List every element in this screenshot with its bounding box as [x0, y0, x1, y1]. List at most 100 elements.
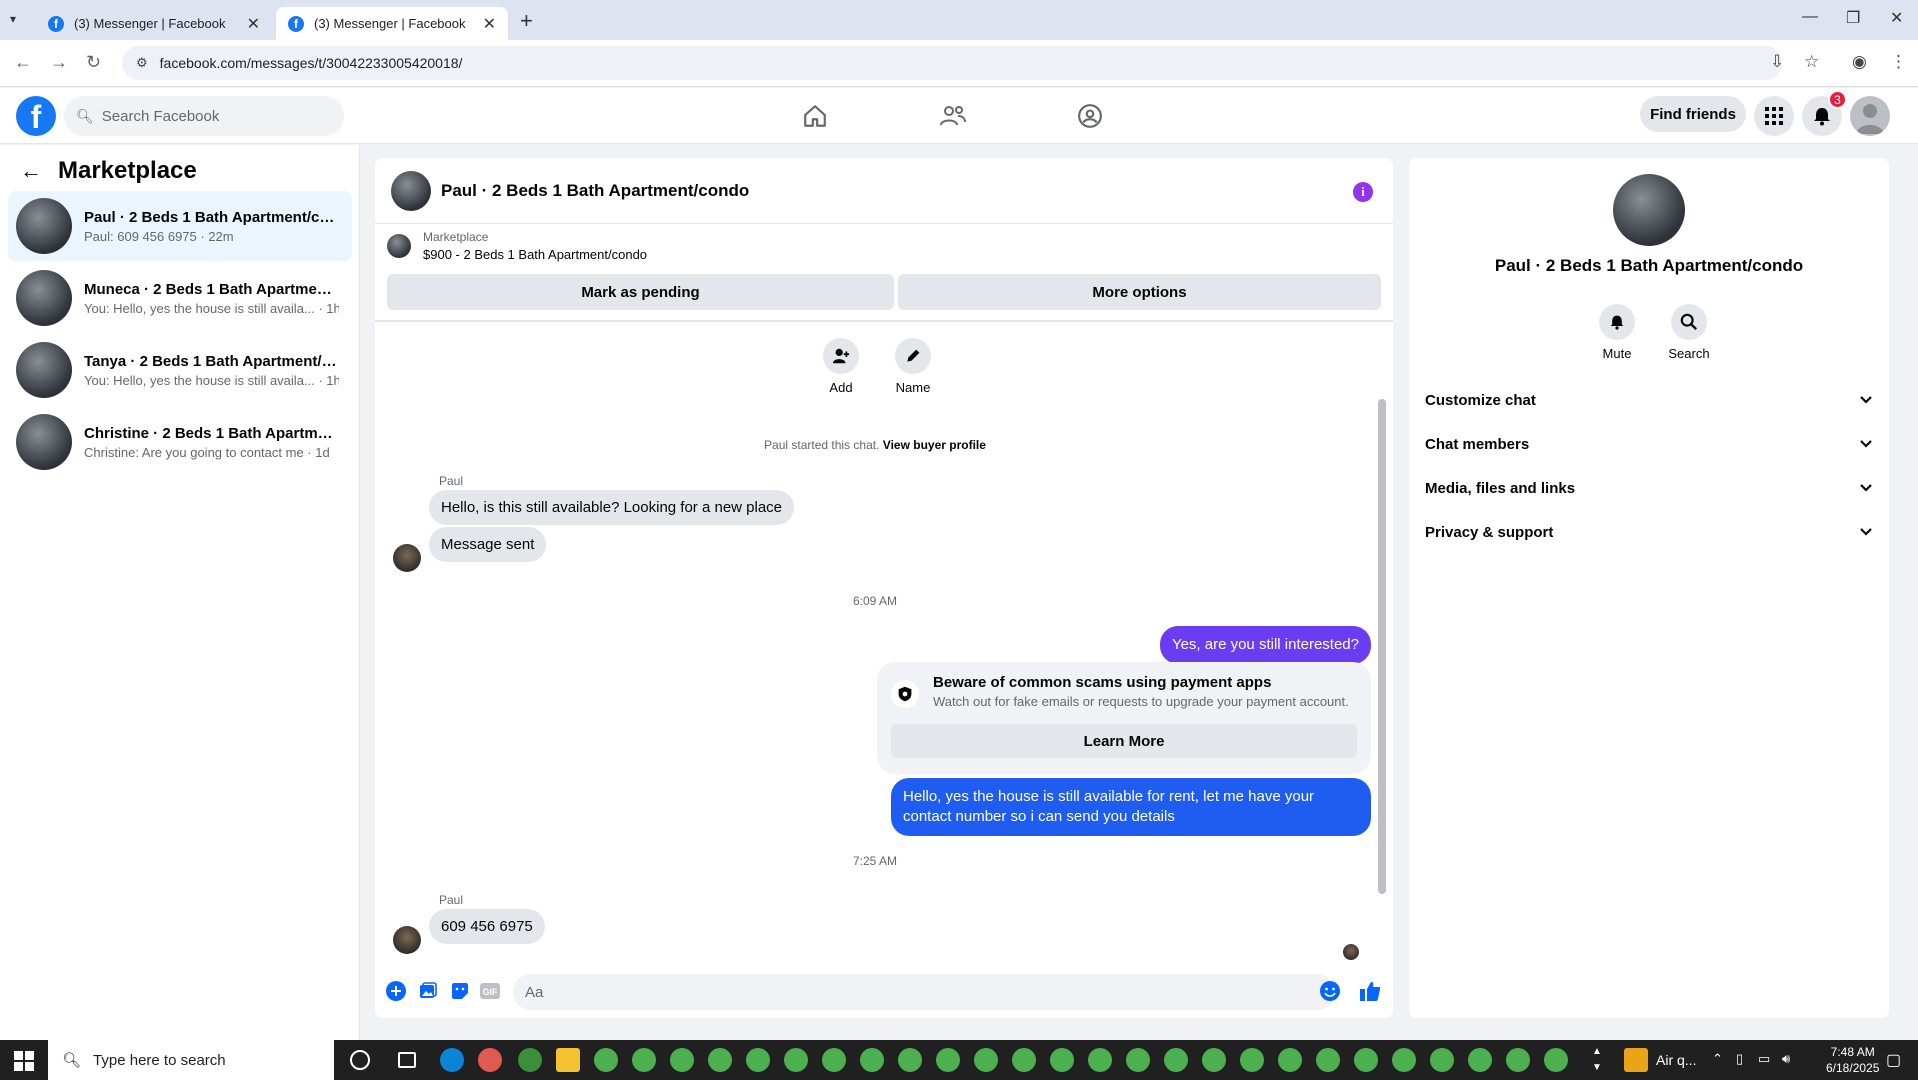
view-buyer-profile-link[interactable]: View buyer profile [883, 438, 986, 452]
gif-icon[interactable]: GIF [479, 980, 501, 1002]
browser-menu-icon[interactable]: ⋮ [1890, 52, 1907, 72]
chrome-icon[interactable] [1012, 1048, 1036, 1072]
chrome-icon[interactable] [1126, 1048, 1150, 1072]
restore-icon[interactable]: ❐ [1846, 8, 1860, 28]
incoming-message[interactable]: 609 456 6975 [429, 909, 545, 944]
mark-as-pending-button[interactable]: Mark as pending [387, 274, 894, 310]
chat-members-section[interactable]: Chat members [1425, 422, 1873, 466]
sticker-icon[interactable] [449, 980, 471, 1002]
conversation-item[interactable]: Paul · 2 Beds 1 Bath Apartment/co... Pau… [8, 191, 352, 261]
listing-profile-photo[interactable] [1613, 174, 1685, 246]
minimize-icon[interactable]: — [1802, 8, 1818, 26]
outgoing-message[interactable]: Hello, yes the house is still available … [891, 778, 1371, 836]
chrome-icon[interactable] [936, 1048, 960, 1072]
facebook-logo-icon[interactable]: f [16, 96, 56, 136]
show-hidden-icons-icon[interactable]: ⌃ [1712, 1051, 1723, 1067]
weather-text[interactable]: Air q... [1656, 1052, 1696, 1068]
chrome-icon[interactable] [1544, 1048, 1568, 1072]
attach-photo-icon[interactable] [417, 980, 439, 1002]
groups-icon[interactable] [1072, 98, 1108, 134]
mute-button[interactable]: Mute [1587, 304, 1647, 361]
install-app-icon[interactable]: ⇩ [1770, 52, 1784, 72]
chrome-icon[interactable] [860, 1048, 884, 1072]
chrome-icon[interactable] [784, 1048, 808, 1072]
taskbar-clock[interactable]: 7:48 AM 6/18/2025 [1826, 1044, 1879, 1076]
chrome-icon[interactable] [1202, 1048, 1226, 1072]
bookmark-star-icon[interactable]: ☆ [1804, 52, 1819, 72]
network-icon[interactable]: ▭ [1758, 1051, 1770, 1067]
sender-avatar[interactable] [393, 544, 421, 572]
incoming-message[interactable]: Message sent [429, 527, 547, 562]
media-files-links-section[interactable]: Media, files and links [1425, 466, 1873, 510]
chrome-icon[interactable] [1164, 1048, 1188, 1072]
account-avatar[interactable] [1850, 96, 1890, 136]
chrome-icon[interactable] [898, 1048, 922, 1072]
taskbar-scroll-arrows-icon[interactable]: ▲ ▼ [1592, 1044, 1602, 1076]
cortana-icon[interactable] [350, 1050, 370, 1070]
outgoing-message[interactable]: Yes, are you still interested? [1159, 626, 1371, 664]
more-options-button[interactable]: More options [898, 274, 1381, 310]
address-bar[interactable]: ⚙ facebook.com/messages/t/30042233005420… [122, 46, 1782, 80]
chrome-icon[interactable] [1506, 1048, 1530, 1072]
back-arrow-icon[interactable]: ← [20, 158, 42, 184]
conversation-info-icon[interactable]: i [1353, 182, 1373, 202]
chat-title[interactable]: Paul · 2 Beds 1 Bath Apartment/condo [441, 181, 749, 201]
taskbar-search-input[interactable]: 🔍︎ Type here to search [48, 1040, 334, 1080]
close-tab-icon[interactable]: ✕ [247, 14, 260, 34]
new-tab-icon[interactable]: + [520, 8, 533, 34]
chrome-icon[interactable] [1088, 1048, 1112, 1072]
chrome-icon[interactable] [1316, 1048, 1340, 1072]
incoming-message[interactable]: Hello, is this still available? Looking … [429, 490, 795, 525]
learn-more-button[interactable]: Learn More [891, 724, 1357, 758]
chrome-icon[interactable] [708, 1048, 732, 1072]
more-actions-plus-icon[interactable] [385, 980, 407, 1002]
volume-icon[interactable]: 🔊︎ [1782, 1051, 1790, 1067]
profile-icon[interactable]: ◉ [1852, 52, 1867, 72]
chrome-icon[interactable] [632, 1048, 656, 1072]
close-window-icon[interactable]: ✕ [1890, 8, 1903, 28]
chat-scrollbar[interactable] [1378, 280, 1386, 948]
edge-browser-icon[interactable] [440, 1048, 464, 1072]
chrome-icon[interactable] [1430, 1048, 1454, 1072]
app-icon[interactable] [478, 1048, 502, 1072]
chrome-icon[interactable] [822, 1048, 846, 1072]
message-input[interactable]: Aa [513, 974, 1335, 1010]
chrome-icon[interactable] [974, 1048, 998, 1072]
browser-tab-2[interactable]: f (3) Messenger | Facebook ✕ [276, 7, 508, 40]
chrome-icon[interactable] [1468, 1048, 1492, 1072]
browser-tab-1[interactable]: f (3) Messenger | Facebook ✕ [36, 7, 272, 40]
task-view-icon[interactable] [398, 1052, 416, 1068]
windows-start-icon[interactable] [14, 1051, 34, 1076]
emoji-icon[interactable] [1319, 980, 1341, 1002]
sender-avatar[interactable] [393, 926, 421, 954]
reload-icon[interactable]: ↻ [86, 52, 101, 73]
back-icon[interactable]: ← [14, 52, 32, 73]
facebook-search-input[interactable]: 🔍︎ Search Facebook [64, 96, 344, 136]
tab-search-chevron-icon[interactable]: ▾ [10, 12, 16, 26]
chrome-icon[interactable] [1050, 1048, 1074, 1072]
chrome-icon[interactable] [594, 1048, 618, 1072]
menu-grid-icon[interactable] [1754, 96, 1794, 136]
customize-chat-section[interactable]: Customize chat [1425, 378, 1873, 422]
conversation-item[interactable]: Christine · 2 Beds 1 Bath Apartmen... Ch… [8, 407, 352, 477]
scrollbar-thumb[interactable] [1378, 399, 1386, 894]
site-info-icon[interactable]: ⚙ [136, 55, 148, 71]
chrome-icon[interactable] [746, 1048, 770, 1072]
chrome-icon[interactable] [1278, 1048, 1302, 1072]
name-chat-button[interactable]: Name [883, 338, 943, 395]
chrome-icon[interactable] [1240, 1048, 1264, 1072]
chat-thumbnail[interactable] [391, 170, 431, 211]
battery-icon[interactable]: ▯ [1736, 1051, 1743, 1067]
find-friends-button[interactable]: Find friends [1640, 96, 1746, 132]
conversation-item[interactable]: Muneca · 2 Beds 1 Bath Apartment... You:… [8, 263, 352, 333]
chrome-icon[interactable] [1354, 1048, 1378, 1072]
notification-center-icon[interactable]: ▢ [1886, 1050, 1901, 1070]
home-icon[interactable] [797, 98, 833, 134]
thumbs-up-icon[interactable] [1359, 980, 1381, 1002]
friends-icon[interactable] [935, 98, 971, 134]
conversation-item[interactable]: Tanya · 2 Beds 1 Bath Apartment/c... You… [8, 335, 352, 405]
privacy-support-section[interactable]: Privacy & support [1425, 510, 1873, 554]
forward-icon[interactable]: → [50, 52, 68, 73]
file-explorer-icon[interactable] [556, 1048, 580, 1072]
add-person-button[interactable]: Add [811, 338, 871, 395]
